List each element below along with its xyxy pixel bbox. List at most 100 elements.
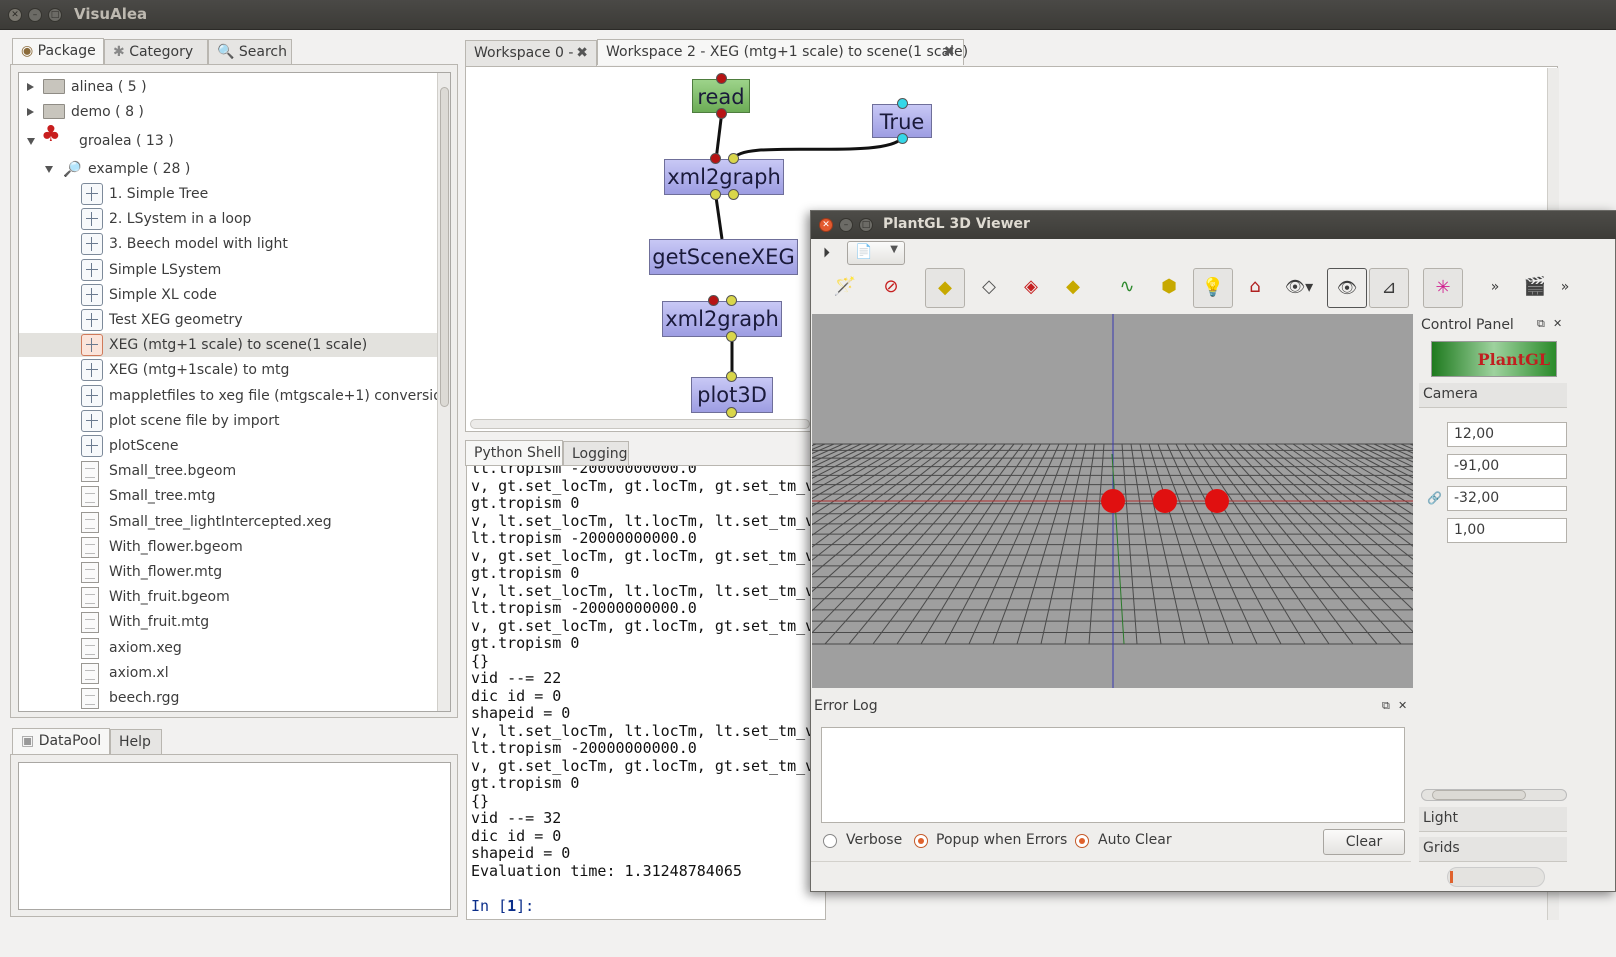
python-shell[interactable]: lt.tropism -20000000000.0 v, gt.set_locTm…: [466, 465, 826, 920]
list-item[interactable]: 2. LSystem in a loop: [19, 207, 437, 231]
close-window-button[interactable]: ✕: [8, 8, 22, 22]
zoom-slider[interactable]: [1447, 867, 1545, 887]
list-item[interactable]: With_flower.bgeom: [19, 535, 437, 559]
list-item[interactable]: axiom.xl: [19, 661, 437, 685]
clear-button[interactable]: Clear: [1323, 829, 1405, 855]
auto-clear-radio[interactable]: [1075, 834, 1089, 848]
axes-icon[interactable]: ✳: [1423, 268, 1463, 308]
file-menu-button[interactable]: 📄 ▼: [847, 241, 905, 265]
expand-icon[interactable]: [27, 108, 34, 116]
camera-section[interactable]: Camera: [1419, 383, 1567, 408]
tree-item-example[interactable]: 🔎 example ( 28 ): [19, 157, 439, 181]
eye-icon[interactable]: 👁▾: [1279, 268, 1319, 308]
list-item[interactable]: Small_tree.mtg: [19, 484, 437, 508]
more-icon[interactable]: »: [1545, 268, 1585, 308]
camera-field-1[interactable]: 12,00: [1447, 422, 1567, 447]
input-port[interactable]: [708, 295, 719, 306]
tree-scrollbar[interactable]: [437, 73, 450, 711]
close-tab-icon[interactable]: ✖: [943, 44, 955, 60]
control-panel-hscrollbar[interactable]: [1421, 789, 1567, 801]
curve-icon[interactable]: ∿: [1107, 268, 1147, 308]
light-section[interactable]: Light: [1419, 807, 1567, 832]
perspective-icon[interactable]: ⊿: [1369, 268, 1409, 308]
tab-python-shell[interactable]: Python Shell: [465, 440, 563, 466]
error-log-text[interactable]: [821, 727, 1405, 823]
list-item[interactable]: plot scene file by import: [19, 409, 437, 433]
tab-workspace-0[interactable]: Workspace 0 - ✖: [465, 40, 597, 66]
input-port[interactable]: [728, 153, 739, 164]
output-port[interactable]: [716, 108, 727, 119]
list-item[interactable]: mappletfiles to xeg file (mtgscale+1) co…: [19, 384, 450, 408]
pan-mode-icon[interactable]: ◆: [1053, 268, 1093, 308]
tab-workspace-2[interactable]: Workspace 2 - XEG (mtg+1 scale) to scene…: [597, 39, 968, 65]
list-item[interactable]: 3. Beech model with light: [19, 232, 437, 256]
list-item[interactable]: 1. Simple Tree: [19, 182, 437, 206]
output-port[interactable]: [728, 189, 739, 200]
node-getscenexeg[interactable]: getSceneXEG: [649, 239, 798, 275]
maximize-viewer-button[interactable]: □: [859, 218, 873, 232]
close-tab-icon[interactable]: ✖: [576, 45, 588, 61]
light-bulb-icon[interactable]: 💡: [1193, 268, 1233, 308]
node-xml2graph-2[interactable]: xml2graph: [662, 301, 782, 337]
home-icon[interactable]: ⌂: [1235, 268, 1275, 308]
list-item[interactable]: Small_tree_lightIntercepted.xeg: [19, 510, 437, 534]
minimize-viewer-button[interactable]: –: [839, 218, 853, 232]
slider-handle[interactable]: [1450, 871, 1453, 883]
tab-package[interactable]: ◉ Package: [12, 38, 104, 64]
popup-errors-radio[interactable]: [914, 834, 928, 848]
cube-icon[interactable]: ⬢: [1149, 268, 1189, 308]
collapse-icon[interactable]: [45, 166, 53, 173]
camera-field-4[interactable]: 1,00: [1447, 518, 1567, 543]
no-entry-icon[interactable]: ⊘: [871, 268, 911, 308]
grids-section[interactable]: Grids: [1419, 837, 1567, 862]
node-xml2graph[interactable]: xml2graph: [664, 159, 784, 195]
collapse-icon[interactable]: [27, 138, 35, 145]
magic-wand-icon[interactable]: 🪄: [825, 268, 865, 308]
tab-logging[interactable]: Logging: [563, 441, 629, 467]
input-port[interactable]: [726, 295, 737, 306]
input-port[interactable]: [726, 371, 737, 382]
output-port[interactable]: [897, 133, 908, 144]
input-port[interactable]: [716, 73, 727, 84]
float-icon[interactable]: ⧉: [1537, 317, 1545, 331]
link-icon[interactable]: 🔗: [1427, 491, 1442, 505]
tab-category[interactable]: ✱ Category: [104, 39, 208, 65]
camera-field-3[interactable]: -32,00: [1447, 486, 1567, 511]
rotate-mode-icon[interactable]: ◆: [925, 268, 965, 308]
shell-prompt[interactable]: In [1]:: [467, 897, 534, 916]
float-icon[interactable]: ⧉: [1382, 699, 1390, 713]
list-item[interactable]: With_flower.mtg: [19, 560, 437, 584]
tag-icon[interactable]: ⏵: [823, 245, 830, 261]
camera-field-2[interactable]: -91,00: [1447, 454, 1567, 479]
close-icon[interactable]: ✕: [1398, 699, 1407, 712]
tree-item-groalea[interactable]: ♣ groalea ( 13 ): [19, 123, 439, 153]
close-viewer-button[interactable]: ✕: [819, 218, 833, 232]
canvas-hscrollbar[interactable]: [470, 419, 810, 429]
list-item[interactable]: With_fruit.bgeom: [19, 585, 437, 609]
tree-item-demo[interactable]: demo ( 8 ): [19, 100, 439, 124]
input-port[interactable]: [897, 98, 908, 109]
tab-datapool[interactable]: ▣ DataPool: [12, 728, 110, 754]
output-port[interactable]: [710, 189, 721, 200]
verbose-radio[interactable]: [823, 834, 837, 848]
list-item[interactable]: Test XEG geometry: [19, 308, 437, 332]
scrollbar-thumb[interactable]: [1432, 790, 1526, 800]
eye-frame-icon[interactable]: 👁: [1327, 268, 1367, 308]
tree-item-alinea[interactable]: alinea ( 5 ): [19, 75, 439, 99]
list-item[interactable]: plotScene: [19, 434, 437, 458]
input-port[interactable]: [710, 153, 721, 164]
list-item[interactable]: Small_tree.bgeom: [19, 459, 437, 483]
list-item[interactable]: With_fruit.mtg: [19, 610, 437, 634]
output-port[interactable]: [726, 331, 737, 342]
more-icon[interactable]: »: [1475, 268, 1515, 308]
tab-search[interactable]: 🔍 Search: [208, 39, 292, 65]
output-port[interactable]: [726, 407, 737, 418]
select-mode-icon[interactable]: ◈: [1011, 268, 1051, 308]
tab-help[interactable]: Help: [110, 729, 162, 755]
tree-scrollbar-thumb[interactable]: [440, 87, 449, 407]
minimize-window-button[interactable]: –: [28, 8, 42, 22]
zoom-mode-icon[interactable]: ◇: [969, 268, 1009, 308]
list-item[interactable]: XEG (mtg+1scale) to mtg: [19, 358, 437, 382]
list-item[interactable]: Simple LSystem: [19, 258, 437, 282]
gl-3d-view[interactable]: [812, 314, 1413, 688]
